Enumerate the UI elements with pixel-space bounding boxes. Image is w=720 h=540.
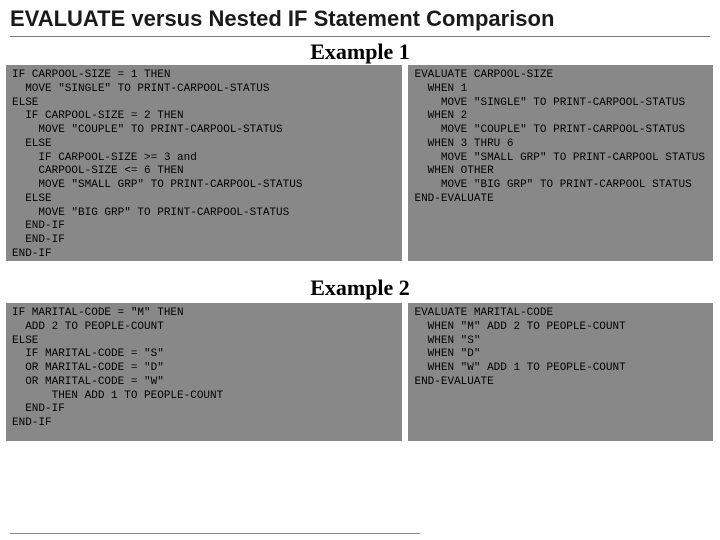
example1-evaluate-code: EVALUATE CARPOOL-SIZE WHEN 1 MOVE "SINGL… bbox=[408, 65, 712, 261]
example1-label: Example 1 bbox=[0, 37, 720, 65]
example2-label: Example 2 bbox=[0, 273, 720, 301]
example1-row: IF CARPOOL-SIZE = 1 THEN MOVE "SINGLE" T… bbox=[6, 65, 714, 261]
example2-nested-if-code: IF MARITAL-CODE = "M" THEN ADD 2 TO PEOP… bbox=[6, 303, 402, 441]
example2-evaluate-code: EVALUATE MARITAL-CODE WHEN "M" ADD 2 TO … bbox=[408, 303, 712, 441]
example2-row: IF MARITAL-CODE = "M" THEN ADD 2 TO PEOP… bbox=[6, 303, 714, 441]
example1-nested-if-code: IF CARPOOL-SIZE = 1 THEN MOVE "SINGLE" T… bbox=[6, 65, 402, 261]
page-title: EVALUATE versus Nested IF Statement Comp… bbox=[0, 0, 720, 34]
footer-rule bbox=[10, 533, 420, 534]
